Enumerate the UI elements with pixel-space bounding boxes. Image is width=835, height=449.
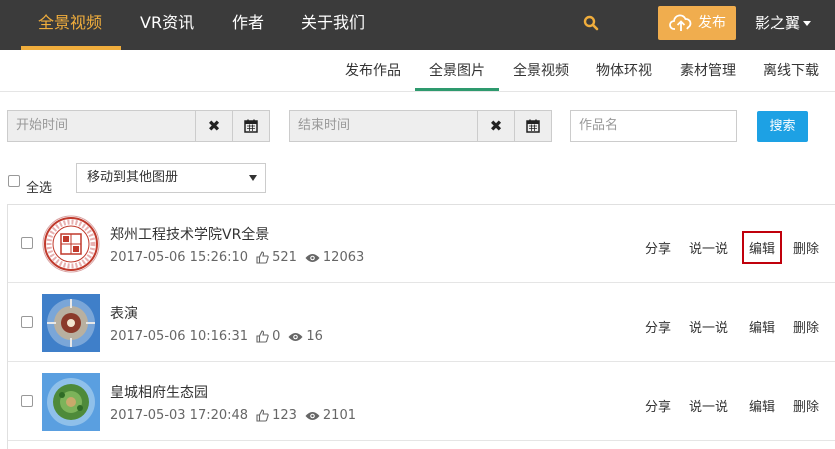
works-list: 郑州工程技术学院VR全景 2017-05-06 15:26:10 521 120…	[7, 204, 835, 449]
share-button[interactable]: 分享	[645, 396, 671, 415]
end-time-input[interactable]: 结束时间	[289, 110, 478, 142]
list-item: 皇城相府生态园 2017-05-03 17:20:48 123 2101 分享 …	[8, 363, 835, 441]
nav-panorama-video[interactable]: 全景视频	[38, 0, 102, 50]
delete-button[interactable]: 删除	[793, 396, 819, 415]
view-count: 12063	[322, 250, 365, 265]
select-all-label: 全选	[26, 181, 53, 196]
work-date: 2017-05-03 17:20:48	[110, 408, 249, 423]
university-seal-icon[interactable]	[42, 215, 100, 273]
delete-button[interactable]: 删除	[793, 317, 819, 336]
work-date: 2017-05-06 10:16:31	[110, 329, 249, 344]
thumbs-up-icon	[256, 330, 269, 343]
thumbs-up-icon	[256, 251, 269, 264]
eye-icon	[288, 332, 303, 342]
panorama-planet-icon[interactable]	[42, 373, 100, 431]
work-title[interactable]: 表演	[110, 303, 138, 323]
row-checkbox[interactable]	[21, 316, 33, 328]
calendar-icon	[526, 119, 540, 133]
list-item: 郑州工程技术学院VR全景 2017-05-06 15:26:10 521 120…	[8, 205, 835, 283]
edit-button[interactable]: 编辑	[741, 231, 783, 264]
tab-panorama-images[interactable]: 全景图片	[429, 60, 485, 80]
clear-start-button[interactable]: ✖	[195, 110, 233, 142]
user-menu[interactable]: 影之翼	[755, 0, 812, 50]
close-icon: ✖	[489, 117, 503, 135]
nav-vr-news[interactable]: VR资讯	[140, 0, 194, 50]
caret-down-icon	[803, 21, 812, 26]
work-date: 2017-05-06 15:26:10	[110, 250, 249, 265]
user-name: 影之翼	[755, 14, 801, 32]
like-count: 123	[272, 408, 297, 423]
clear-end-button[interactable]: ✖	[477, 110, 515, 142]
work-name-input[interactable]: 作品名	[570, 110, 737, 142]
work-title[interactable]: 皇城相府生态园	[110, 382, 208, 402]
select-all-checkbox[interactable]	[8, 175, 20, 187]
tab-panorama-video[interactable]: 全景视频	[513, 60, 569, 80]
eye-icon	[305, 253, 320, 263]
search-icon[interactable]	[582, 14, 600, 32]
move-to-album-select[interactable]: 移动到其他图册	[76, 163, 266, 193]
move-select-value: 移动到其他图册	[87, 170, 179, 185]
comment-button[interactable]: 说一说	[689, 238, 728, 257]
share-button[interactable]: 分享	[645, 317, 671, 336]
end-calendar-button[interactable]	[514, 110, 552, 142]
eye-icon	[305, 411, 320, 421]
tab-object-surround[interactable]: 物体环视	[596, 60, 652, 80]
delete-button[interactable]: 删除	[793, 238, 819, 257]
panorama-planet-icon[interactable]	[42, 294, 100, 352]
work-title[interactable]: 郑州工程技术学院VR全景	[110, 224, 269, 244]
comment-button[interactable]: 说一说	[689, 317, 728, 336]
share-button[interactable]: 分享	[645, 238, 671, 257]
like-count: 521	[272, 250, 297, 265]
comment-button[interactable]: 说一说	[689, 396, 728, 415]
close-icon: ✖	[207, 117, 221, 135]
row-checkbox[interactable]	[21, 395, 33, 407]
tab-active-underline	[415, 88, 499, 91]
row-checkbox[interactable]	[21, 237, 33, 249]
search-button[interactable]: 搜索	[757, 111, 808, 142]
edit-button[interactable]: 编辑	[749, 396, 775, 415]
cloud-upload-icon	[669, 14, 692, 31]
like-count: 0	[272, 329, 281, 344]
calendar-icon	[244, 119, 258, 133]
work-meta: 2017-05-06 15:26:10 521 12063	[110, 250, 364, 265]
view-count: 16	[306, 329, 323, 344]
work-meta: 2017-05-03 17:20:48 123 2101	[110, 408, 356, 423]
edit-button[interactable]: 编辑	[749, 317, 775, 336]
top-navbar: 全景视频 VR资讯 作者 关于我们 发布 影之翼	[0, 0, 835, 50]
nav-about-us[interactable]: 关于我们	[301, 0, 365, 50]
view-count: 2101	[322, 408, 356, 423]
nav-authors[interactable]: 作者	[232, 0, 264, 50]
tab-offline-download[interactable]: 离线下载	[763, 60, 819, 80]
publish-label: 发布	[698, 15, 726, 31]
tab-publish-works[interactable]: 发布作品	[345, 60, 401, 80]
sub-tabs: 发布作品 全景图片 全景视频 物体环视 素材管理 离线下载	[0, 50, 835, 92]
start-time-input[interactable]: 开始时间	[7, 110, 196, 142]
dropdown-arrow-icon	[249, 175, 257, 181]
list-item: 表演 2017-05-06 10:16:31 0 16 分享 说一说 编辑 删除	[8, 284, 835, 362]
publish-button[interactable]: 发布	[658, 6, 736, 40]
work-meta: 2017-05-06 10:16:31 0 16	[110, 329, 323, 344]
thumbs-up-icon	[256, 409, 269, 422]
tab-asset-management[interactable]: 素材管理	[680, 60, 736, 80]
start-calendar-button[interactable]	[232, 110, 270, 142]
